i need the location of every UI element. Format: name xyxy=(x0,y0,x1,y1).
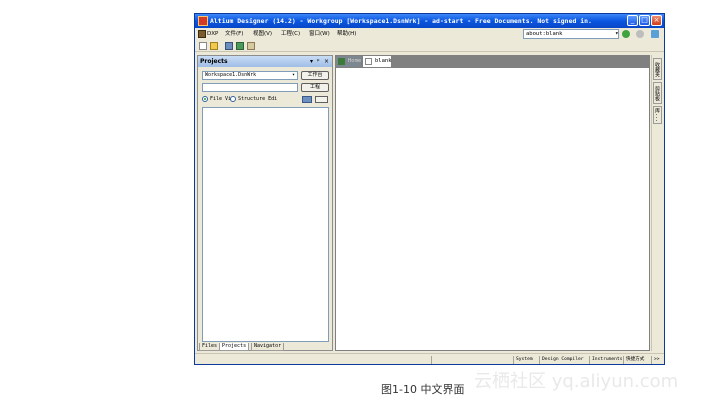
figure-caption: 图1-10 中文界面 xyxy=(381,383,465,396)
status-system[interactable]: System xyxy=(513,356,535,364)
tab-home-label: Home xyxy=(348,58,362,64)
menu-help[interactable]: 帮助(H) xyxy=(337,30,356,38)
watermark: 云栖社区 yq.aliyun.com xyxy=(474,371,679,392)
menu-view[interactable]: 视图(V) xyxy=(253,30,272,38)
board-icon[interactable] xyxy=(236,42,244,50)
device-icon[interactable] xyxy=(225,42,233,50)
menu-dxp[interactable]: DXP xyxy=(207,30,218,38)
menu-window[interactable]: 窗口(W) xyxy=(309,30,330,38)
page-icon xyxy=(365,58,372,65)
dxp-icon[interactable] xyxy=(198,30,206,38)
app-window: Altium Designer (14.2) - Workgroup [Work… xyxy=(194,13,665,365)
menu-file[interactable]: 文件(F) xyxy=(225,30,243,38)
tab-home[interactable]: Home xyxy=(336,56,361,67)
tab-blank-label: blank xyxy=(375,58,392,64)
window-title: Altium Designer (14.2) - Workgroup [Work… xyxy=(210,17,592,25)
library-icon[interactable] xyxy=(247,42,255,50)
menu-project[interactable]: 工程(C) xyxy=(281,30,300,38)
toolbar xyxy=(195,40,664,52)
options-dropdown-icon[interactable] xyxy=(315,96,328,103)
document-tab-bar: Home blank xyxy=(335,55,650,67)
home-nav-icon[interactable] xyxy=(651,30,659,38)
tab-files[interactable]: Files xyxy=(199,343,221,351)
status-design-compiler[interactable]: Design Compiler xyxy=(539,356,586,364)
document-area[interactable] xyxy=(335,67,650,351)
address-field[interactable]: about:blank xyxy=(523,29,619,39)
forward-icon[interactable] xyxy=(636,30,644,38)
back-icon[interactable] xyxy=(622,30,630,38)
open-folder-icon[interactable] xyxy=(210,42,218,50)
panel-title: Projects xyxy=(200,58,228,65)
minimize-button[interactable]: _ xyxy=(627,15,638,26)
workspace-icon[interactable] xyxy=(302,96,312,103)
workspace-dropdown-icon[interactable]: ▾ xyxy=(292,71,295,80)
tab-blank[interactable]: blank xyxy=(363,56,392,67)
right-panel-strip: 收藏夹 剪贴板 库... xyxy=(651,55,662,351)
structure-editor-label: Structure Edi xyxy=(238,96,278,102)
status-more[interactable]: >> xyxy=(651,356,662,364)
tab-navigator[interactable]: Navigator xyxy=(251,343,285,351)
title-bar[interactable]: Altium Designer (14.2) - Workgroup [Work… xyxy=(195,14,664,28)
structure-editor-radio[interactable] xyxy=(230,96,236,102)
panel-pin-icon[interactable]: ᵖ xyxy=(317,57,320,66)
project-tree[interactable] xyxy=(202,107,329,342)
project-button[interactable]: 工程 xyxy=(301,83,329,92)
status-bar: System Design Compiler Instruments 快捷方式 … xyxy=(195,353,664,364)
status-instruments[interactable]: Instruments xyxy=(589,356,624,364)
tab-favorites[interactable]: 收藏夹 xyxy=(653,58,662,80)
new-file-icon[interactable] xyxy=(199,42,207,50)
tab-libraries[interactable]: 库... xyxy=(653,106,662,124)
address-dropdown-icon[interactable]: ▾ xyxy=(615,29,619,39)
close-button[interactable]: × xyxy=(651,15,662,26)
panel-header: Projects ▾ ᵖ × xyxy=(198,56,332,67)
workspace-select[interactable]: Workspace1.DsnWrk xyxy=(202,71,298,80)
status-shortcuts[interactable]: 快捷方式 xyxy=(623,356,646,364)
panel-close-icon[interactable]: × xyxy=(324,57,329,66)
tab-clipboard[interactable]: 剪贴板 xyxy=(653,82,662,104)
altium-app-icon xyxy=(198,16,208,26)
file-view-radio[interactable] xyxy=(202,96,208,102)
workspace-button[interactable]: 工作台 xyxy=(301,71,329,80)
projects-panel: Projects ▾ ᵖ × Workspace1.DsnWrk ▾ 工作台 工… xyxy=(197,55,333,351)
status-separator xyxy=(431,356,432,364)
file-view-label: File Vi xyxy=(210,96,232,102)
panel-menu-icon[interactable]: ▾ xyxy=(310,57,313,66)
tab-projects[interactable]: Projects xyxy=(219,343,250,351)
home-icon xyxy=(338,58,345,65)
project-field[interactable] xyxy=(202,83,298,92)
maximize-button[interactable]: □ xyxy=(639,15,650,26)
